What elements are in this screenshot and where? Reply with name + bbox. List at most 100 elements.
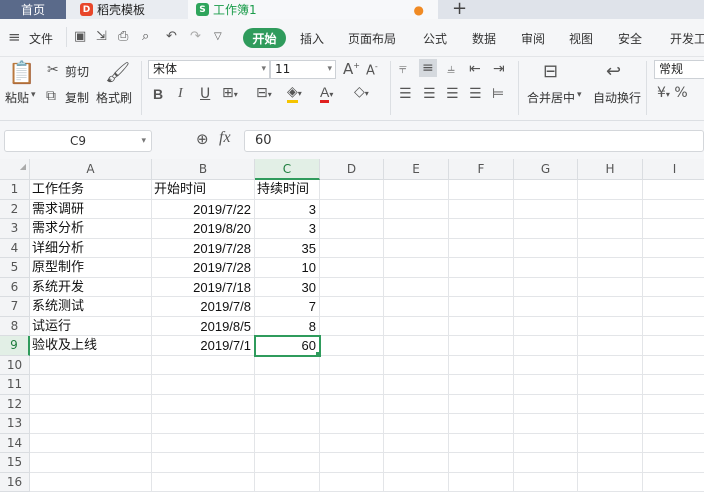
- cell-e6[interactable]: [384, 277, 449, 297]
- copy-icon[interactable]: ⧉: [46, 88, 56, 104]
- cell-c6[interactable]: 30: [255, 277, 320, 297]
- cell-i16[interactable]: [643, 473, 704, 492]
- cell-f11[interactable]: [449, 375, 514, 395]
- cell-g14[interactable]: [514, 433, 578, 453]
- tab-workbook[interactable]: S 工作簿1 ●: [188, 0, 438, 19]
- cell-e10[interactable]: [384, 355, 449, 375]
- cell-f10[interactable]: [449, 355, 514, 375]
- cell-d14[interactable]: [320, 433, 384, 453]
- cell-e8[interactable]: [384, 316, 449, 336]
- row-header-16[interactable]: 16: [0, 472, 30, 492]
- cell-f5[interactable]: [449, 258, 514, 278]
- column-header-f[interactable]: F: [449, 159, 514, 180]
- cell-g12[interactable]: [514, 394, 578, 414]
- cell-i6[interactable]: [643, 278, 704, 297]
- decrease-font-size-icon[interactable]: A-: [366, 62, 378, 78]
- cell-g9[interactable]: [514, 336, 578, 356]
- cell-a5[interactable]: 原型制作: [30, 258, 152, 278]
- cell-h15[interactable]: [578, 453, 643, 473]
- font-color-icon[interactable]: A▾: [320, 84, 333, 103]
- cell-h12[interactable]: [578, 394, 643, 414]
- cell-g1[interactable]: [514, 180, 578, 200]
- cell-b2[interactable]: 2019/7/22: [152, 199, 255, 219]
- cell-f4[interactable]: [449, 238, 514, 258]
- cell-f16[interactable]: [449, 472, 514, 492]
- cell-h4[interactable]: [578, 238, 643, 258]
- row-header-1[interactable]: 1: [0, 180, 30, 200]
- cell-d15[interactable]: [320, 453, 384, 473]
- row-header-3[interactable]: 3: [0, 219, 30, 239]
- column-header-b[interactable]: B: [152, 159, 255, 180]
- cell-f6[interactable]: [449, 277, 514, 297]
- currency-icon[interactable]: ¥▾ %: [657, 85, 688, 101]
- cell-c1[interactable]: 持续时间: [255, 180, 320, 200]
- number-format-select[interactable]: 常规: [654, 60, 704, 79]
- cell-c8[interactable]: 8: [255, 316, 320, 336]
- cell-a2[interactable]: 需求调研: [30, 199, 152, 219]
- cell-h9[interactable]: [578, 336, 643, 356]
- cell-c9[interactable]: 60: [254, 335, 321, 357]
- cell-d16[interactable]: [320, 472, 384, 492]
- merge-center-button[interactable]: 合并居中: [527, 89, 575, 106]
- cell-d13[interactable]: [320, 414, 384, 434]
- cell-a11[interactable]: [30, 375, 152, 395]
- cell-h6[interactable]: [578, 277, 643, 297]
- cell-h10[interactable]: [578, 355, 643, 375]
- cell-e9[interactable]: [384, 336, 449, 356]
- cell-c10[interactable]: [255, 355, 320, 375]
- merge-dropdown-icon[interactable]: ▾: [577, 90, 582, 100]
- cell-i15[interactable]: [643, 453, 704, 473]
- hamburger-menu-icon[interactable]: ≡: [8, 28, 21, 46]
- cell-d11[interactable]: [320, 375, 384, 395]
- row-header-13[interactable]: 13: [0, 414, 30, 434]
- cell-b7[interactable]: 2019/7/8: [152, 297, 255, 317]
- italic-icon[interactable]: I: [178, 86, 183, 102]
- row-header-14[interactable]: 14: [0, 433, 30, 453]
- insert-function-icon[interactable]: fx: [219, 129, 231, 147]
- cell-g13[interactable]: [514, 414, 578, 434]
- cell-h16[interactable]: [578, 472, 643, 492]
- cell-i11[interactable]: [643, 375, 704, 395]
- align-right-icon[interactable]: ☰: [446, 86, 459, 102]
- cell-d12[interactable]: [320, 394, 384, 414]
- cell-e11[interactable]: [384, 375, 449, 395]
- cell-f12[interactable]: [449, 394, 514, 414]
- cell-h11[interactable]: [578, 375, 643, 395]
- zoom-search-icon[interactable]: ⊕: [196, 130, 209, 148]
- menu-file[interactable]: 文件: [29, 30, 53, 47]
- formula-input[interactable]: 60: [244, 130, 704, 152]
- decrease-indent-icon[interactable]: ⇤: [469, 61, 481, 77]
- cell-a10[interactable]: [30, 355, 152, 375]
- cell-d7[interactable]: [320, 297, 384, 317]
- cell-g4[interactable]: [514, 238, 578, 258]
- cell-d5[interactable]: [320, 258, 384, 278]
- align-bottom-icon[interactable]: ⫨: [447, 61, 455, 77]
- cell-e7[interactable]: [384, 297, 449, 317]
- menu-review[interactable]: 审阅: [521, 30, 545, 47]
- cell-c5[interactable]: 10: [255, 258, 320, 278]
- cell-i8[interactable]: [643, 317, 704, 336]
- cell-g10[interactable]: [514, 355, 578, 375]
- cell-b6[interactable]: 2019/7/18: [152, 277, 255, 297]
- cell-a3[interactable]: 需求分析: [30, 219, 152, 239]
- cell-i2[interactable]: [643, 200, 704, 219]
- cut-button[interactable]: 剪切: [65, 63, 89, 80]
- cell-c15[interactable]: [255, 453, 320, 473]
- cell-d10[interactable]: [320, 355, 384, 375]
- row-header-4[interactable]: 4: [0, 238, 30, 258]
- cell-e13[interactable]: [384, 414, 449, 434]
- wrap-text-icon[interactable]: ↩: [606, 61, 621, 82]
- cell-f1[interactable]: [449, 180, 514, 200]
- cell-c13[interactable]: [255, 414, 320, 434]
- cell-h5[interactable]: [578, 258, 643, 278]
- increase-indent-icon[interactable]: ⇥: [493, 61, 505, 77]
- row-header-2[interactable]: 2: [0, 199, 30, 219]
- cell-g5[interactable]: [514, 258, 578, 278]
- cell-i5[interactable]: [643, 258, 704, 278]
- cell-b9[interactable]: 2019/7/1: [152, 336, 255, 356]
- row-header-5[interactable]: 5: [0, 258, 30, 278]
- cell-b8[interactable]: 2019/8/5: [152, 316, 255, 336]
- menu-security[interactable]: 安全: [618, 30, 642, 47]
- cell-a7[interactable]: 系统测试: [30, 297, 152, 317]
- menu-data[interactable]: 数据: [472, 30, 496, 47]
